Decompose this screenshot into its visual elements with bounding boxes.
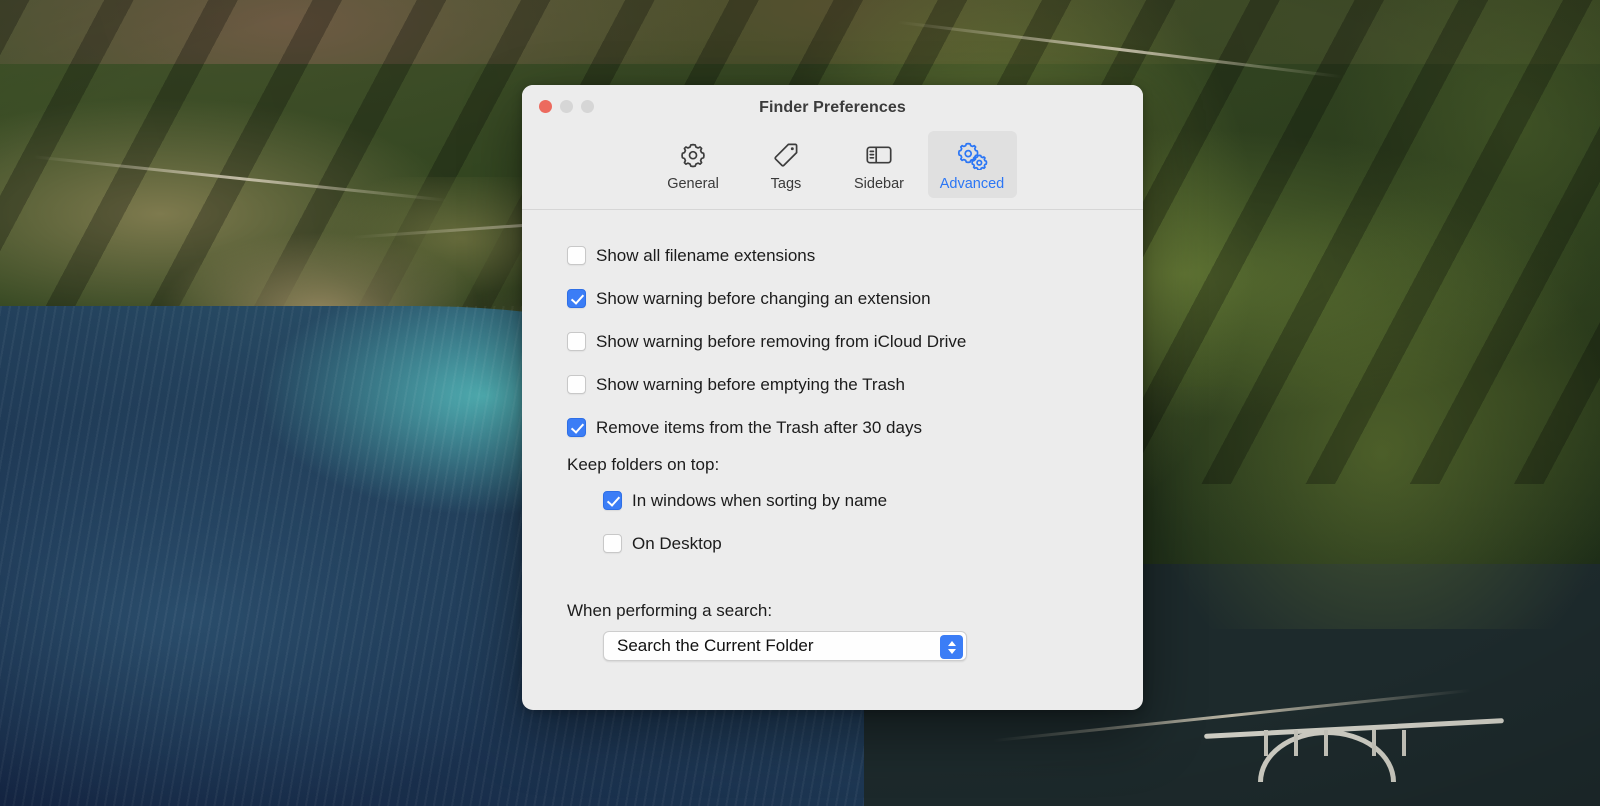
tab-sidebar[interactable]: Sidebar	[835, 131, 924, 198]
window-titlebar: Finder Preferences	[522, 85, 1143, 131]
setting-label: Remove items from the Trash after 30 day…	[596, 417, 922, 437]
minimize-button[interactable]	[560, 100, 573, 113]
checkbox-show-warning-emptying-trash[interactable]	[567, 375, 586, 394]
checkbox-show-warning-removing-icloud[interactable]	[567, 332, 586, 351]
setting-keep-folders-in-windows[interactable]: In windows when sorting by name	[522, 479, 1143, 522]
double-gear-icon	[956, 138, 988, 172]
setting-show-all-filename-extensions[interactable]: Show all filename extensions	[522, 234, 1143, 277]
chevron-updown-icon[interactable]	[940, 635, 963, 659]
zoom-button[interactable]	[581, 100, 594, 113]
window-controls	[539, 100, 594, 113]
when-performing-search-label: When performing a search:	[567, 601, 773, 620]
preferences-toolbar: General Tags Sidebar Advanced	[522, 131, 1143, 210]
checkbox-show-all-filename-extensions[interactable]	[567, 246, 586, 265]
tab-general[interactable]: General	[649, 131, 738, 198]
setting-show-warning-changing-extension[interactable]: Show warning before changing an extensio…	[522, 277, 1143, 320]
tab-advanced[interactable]: Advanced	[927, 131, 1017, 198]
setting-label: In windows when sorting by name	[632, 490, 888, 510]
checkbox-show-warning-changing-extension[interactable]	[567, 289, 586, 308]
search-scope-dropdown[interactable]: Search the Current Folder	[603, 631, 967, 661]
setting-remove-items-from-trash[interactable]: Remove items from the Trash after 30 day…	[522, 406, 1143, 449]
setting-label: Show warning before emptying the Trash	[596, 374, 906, 394]
setting-label: On Desktop	[632, 533, 722, 553]
tab-tags-label: Tags	[770, 176, 802, 192]
finder-preferences-window: Finder Preferences General Tags Sidebar …	[522, 85, 1143, 710]
checkbox-remove-items-from-trash[interactable]	[567, 418, 586, 437]
setting-label: Show warning before changing an extensio…	[596, 288, 931, 308]
gear-icon	[678, 138, 708, 172]
tab-tags[interactable]: Tags	[742, 131, 831, 198]
close-button[interactable]	[539, 100, 552, 113]
tab-advanced-label: Advanced	[939, 176, 1005, 192]
search-behavior-section: When performing a search: Search the Cur…	[522, 595, 1143, 661]
setting-label: Show all filename extensions	[596, 245, 816, 265]
search-scope-value: Search the Current Folder	[617, 636, 814, 655]
advanced-settings-panel: Show all filename extensions Show warnin…	[522, 210, 1143, 661]
setting-show-warning-removing-icloud[interactable]: Show warning before removing from iCloud…	[522, 320, 1143, 363]
keep-folders-on-top-label: Keep folders on top:	[567, 455, 720, 474]
window-title: Finder Preferences	[759, 99, 906, 116]
sidebar-icon	[864, 138, 894, 172]
checkbox-keep-folders-on-desktop[interactable]	[603, 534, 622, 553]
checkbox-keep-folders-in-windows[interactable]	[603, 491, 622, 510]
tag-icon	[771, 138, 801, 172]
setting-label: Show warning before removing from iCloud…	[596, 331, 967, 351]
tab-general-label: General	[667, 176, 719, 192]
setting-keep-folders-on-desktop[interactable]: On Desktop	[522, 522, 1143, 565]
setting-show-warning-emptying-trash[interactable]: Show warning before emptying the Trash	[522, 363, 1143, 406]
tab-sidebar-label: Sidebar	[854, 176, 904, 192]
